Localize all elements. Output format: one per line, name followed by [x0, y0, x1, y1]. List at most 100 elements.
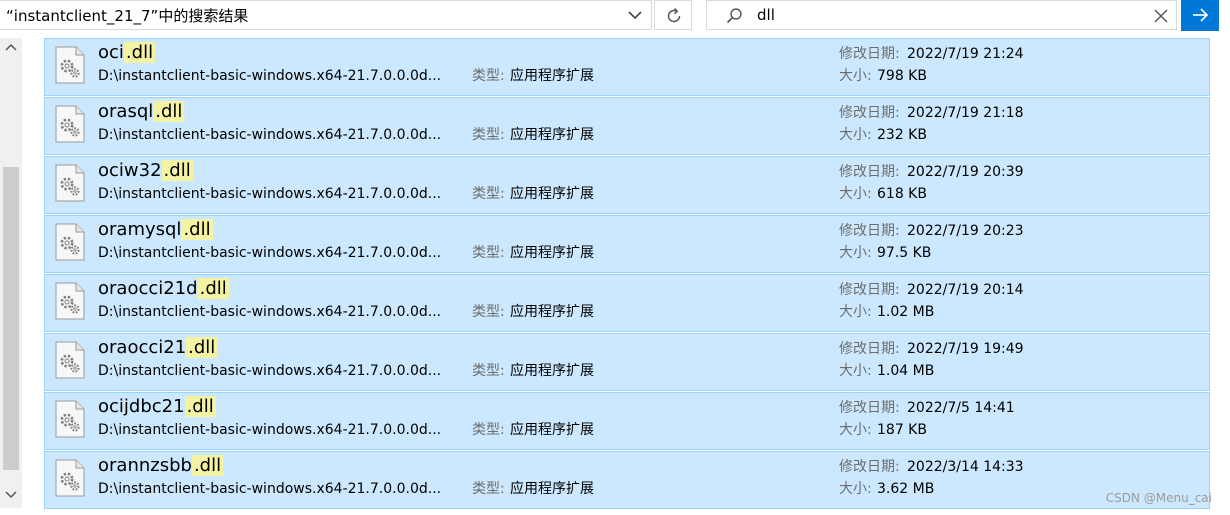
file-name-base: oraocci21d [98, 278, 198, 299]
file-name-base: oramysql [98, 219, 182, 240]
modified-date: 2022/7/19 21:24 [907, 46, 1024, 62]
file-name-match: .dll [184, 396, 216, 417]
dll-file-icon [54, 46, 86, 84]
file-type: 应用程序扩展 [510, 481, 594, 497]
result-row[interactable]: orasql .dll D:\instantclient-basic-window… [44, 97, 1210, 155]
dll-file-icon [54, 282, 86, 320]
watermark: CSDN @Menu_cai [1105, 491, 1212, 505]
file-size: 798 KB [877, 68, 927, 84]
search-box[interactable] [706, 0, 1177, 30]
modified-date: 2022/7/19 20:14 [907, 282, 1024, 298]
vertical-scrollbar[interactable] [0, 38, 22, 508]
type-label: 类型: [472, 186, 505, 202]
modified-date: 2022/7/19 19:49 [907, 341, 1024, 357]
file-size: 232 KB [877, 127, 927, 143]
type-label: 类型: [472, 363, 505, 379]
modified-label: 修改日期: [839, 46, 900, 62]
file-path: D:\instantclient-basic-windows.x64-21.7.… [98, 245, 442, 261]
file-path: D:\instantclient-basic-windows.x64-21.7.… [98, 363, 442, 379]
modified-label: 修改日期: [839, 223, 900, 239]
file-path: D:\instantclient-basic-windows.x64-21.7.… [98, 186, 442, 202]
file-name: oci .dll [98, 42, 156, 64]
type-label: 类型: [472, 245, 505, 261]
result-row[interactable]: oraocci21 .dll D:\instantclient-basic-win… [44, 333, 1210, 391]
file-type: 应用程序扩展 [510, 363, 594, 379]
file-name-match: .dll [181, 219, 213, 240]
dll-file-icon [54, 400, 86, 438]
file-name: oramysql .dll [98, 219, 213, 241]
file-size: 1.04 MB [877, 363, 935, 379]
dll-file-icon [54, 223, 86, 261]
file-name-base: oraocci21 [98, 337, 187, 358]
file-path: D:\instantclient-basic-windows.x64-21.7.… [98, 304, 442, 320]
modified-label: 修改日期: [839, 400, 900, 416]
size-label: 大小: [839, 68, 872, 84]
file-name-match: .dll [153, 101, 185, 122]
file-name: oraocci21 .dll [98, 337, 218, 359]
search-input[interactable] [757, 3, 1137, 27]
file-name-base: ocijdbc21 [98, 396, 185, 417]
file-name-base: orannzsbb [98, 455, 192, 476]
file-name-base: orasql [98, 101, 154, 122]
scroll-down-icon[interactable] [3, 486, 19, 502]
file-type: 应用程序扩展 [510, 422, 594, 438]
file-name-match: .dll [161, 160, 193, 181]
file-name: orannzsbb .dll [98, 455, 224, 477]
modified-date: 2022/7/19 20:39 [907, 164, 1024, 180]
close-icon[interactable] [1151, 6, 1171, 26]
type-label: 类型: [472, 68, 505, 84]
search-icon [725, 6, 745, 30]
type-label: 类型: [472, 422, 505, 438]
modified-date: 2022/3/14 14:33 [907, 459, 1024, 475]
result-row[interactable]: oraocci21d .dll D:\instantclient-basic-wi… [44, 274, 1210, 332]
modified-label: 修改日期: [839, 459, 900, 475]
file-path: D:\instantclient-basic-windows.x64-21.7.… [98, 68, 442, 84]
file-name-match: .dll [191, 455, 224, 476]
modified-label: 修改日期: [839, 105, 900, 121]
file-type: 应用程序扩展 [510, 127, 594, 143]
file-name-base: ociw32 [98, 160, 162, 181]
chevron-down-icon[interactable] [626, 5, 644, 25]
file-name-base: oci [98, 42, 124, 63]
size-label: 大小: [839, 363, 872, 379]
modified-date: 2022/7/19 20:23 [907, 223, 1024, 239]
file-name-match: .dll [197, 278, 229, 299]
scroll-up-icon[interactable] [3, 40, 19, 56]
type-label: 类型: [472, 304, 505, 320]
scrollbar-thumb[interactable] [3, 167, 19, 470]
file-type: 应用程序扩展 [510, 68, 594, 84]
file-path: D:\instantclient-basic-windows.x64-21.7.… [98, 127, 442, 143]
toolbar: “instantclient_21_7”中的搜索结果 [0, 0, 1230, 31]
search-go-button[interactable] [1181, 0, 1219, 31]
file-size: 1.02 MB [877, 304, 935, 320]
file-size: 187 KB [877, 422, 927, 438]
refresh-button[interactable] [654, 0, 692, 30]
file-size: 618 KB [877, 186, 927, 202]
file-size: 97.5 KB [877, 245, 932, 261]
file-size: 3.62 MB [877, 481, 935, 497]
result-row[interactable]: oci .dll D:\instantclient-basic-windows.x… [44, 38, 1210, 96]
result-row[interactable]: oramysql .dll D:\instantclient-basic-wind… [44, 215, 1210, 273]
type-label: 类型: [472, 127, 505, 143]
address-bar[interactable]: “instantclient_21_7”中的搜索结果 [0, 0, 652, 30]
modified-label: 修改日期: [839, 341, 900, 357]
dll-file-icon [54, 341, 86, 379]
file-type: 应用程序扩展 [510, 304, 594, 320]
size-label: 大小: [839, 422, 872, 438]
result-row[interactable]: orannzsbb .dll D:\instantclient-basic-win… [44, 451, 1210, 509]
file-name: orasql .dll [98, 101, 185, 123]
file-type: 应用程序扩展 [510, 186, 594, 202]
result-row[interactable]: ociw32 .dll D:\instantclient-basic-window… [44, 156, 1210, 214]
dll-file-icon [54, 105, 86, 143]
result-row[interactable]: ocijdbc21 .dll D:\instantclient-basic-win… [44, 392, 1210, 450]
modified-date: 2022/7/5 14:41 [907, 400, 1015, 416]
file-name-match: .dll [123, 42, 156, 63]
size-label: 大小: [839, 186, 872, 202]
file-type: 应用程序扩展 [510, 245, 594, 261]
file-name-match: .dll [186, 337, 218, 358]
dll-file-icon [54, 459, 86, 497]
file-name: ociw32 .dll [98, 160, 193, 182]
search-results-list: oci .dll D:\instantclient-basic-windows.x… [44, 38, 1210, 510]
file-path: D:\instantclient-basic-windows.x64-21.7.… [98, 481, 442, 497]
size-label: 大小: [839, 481, 872, 497]
